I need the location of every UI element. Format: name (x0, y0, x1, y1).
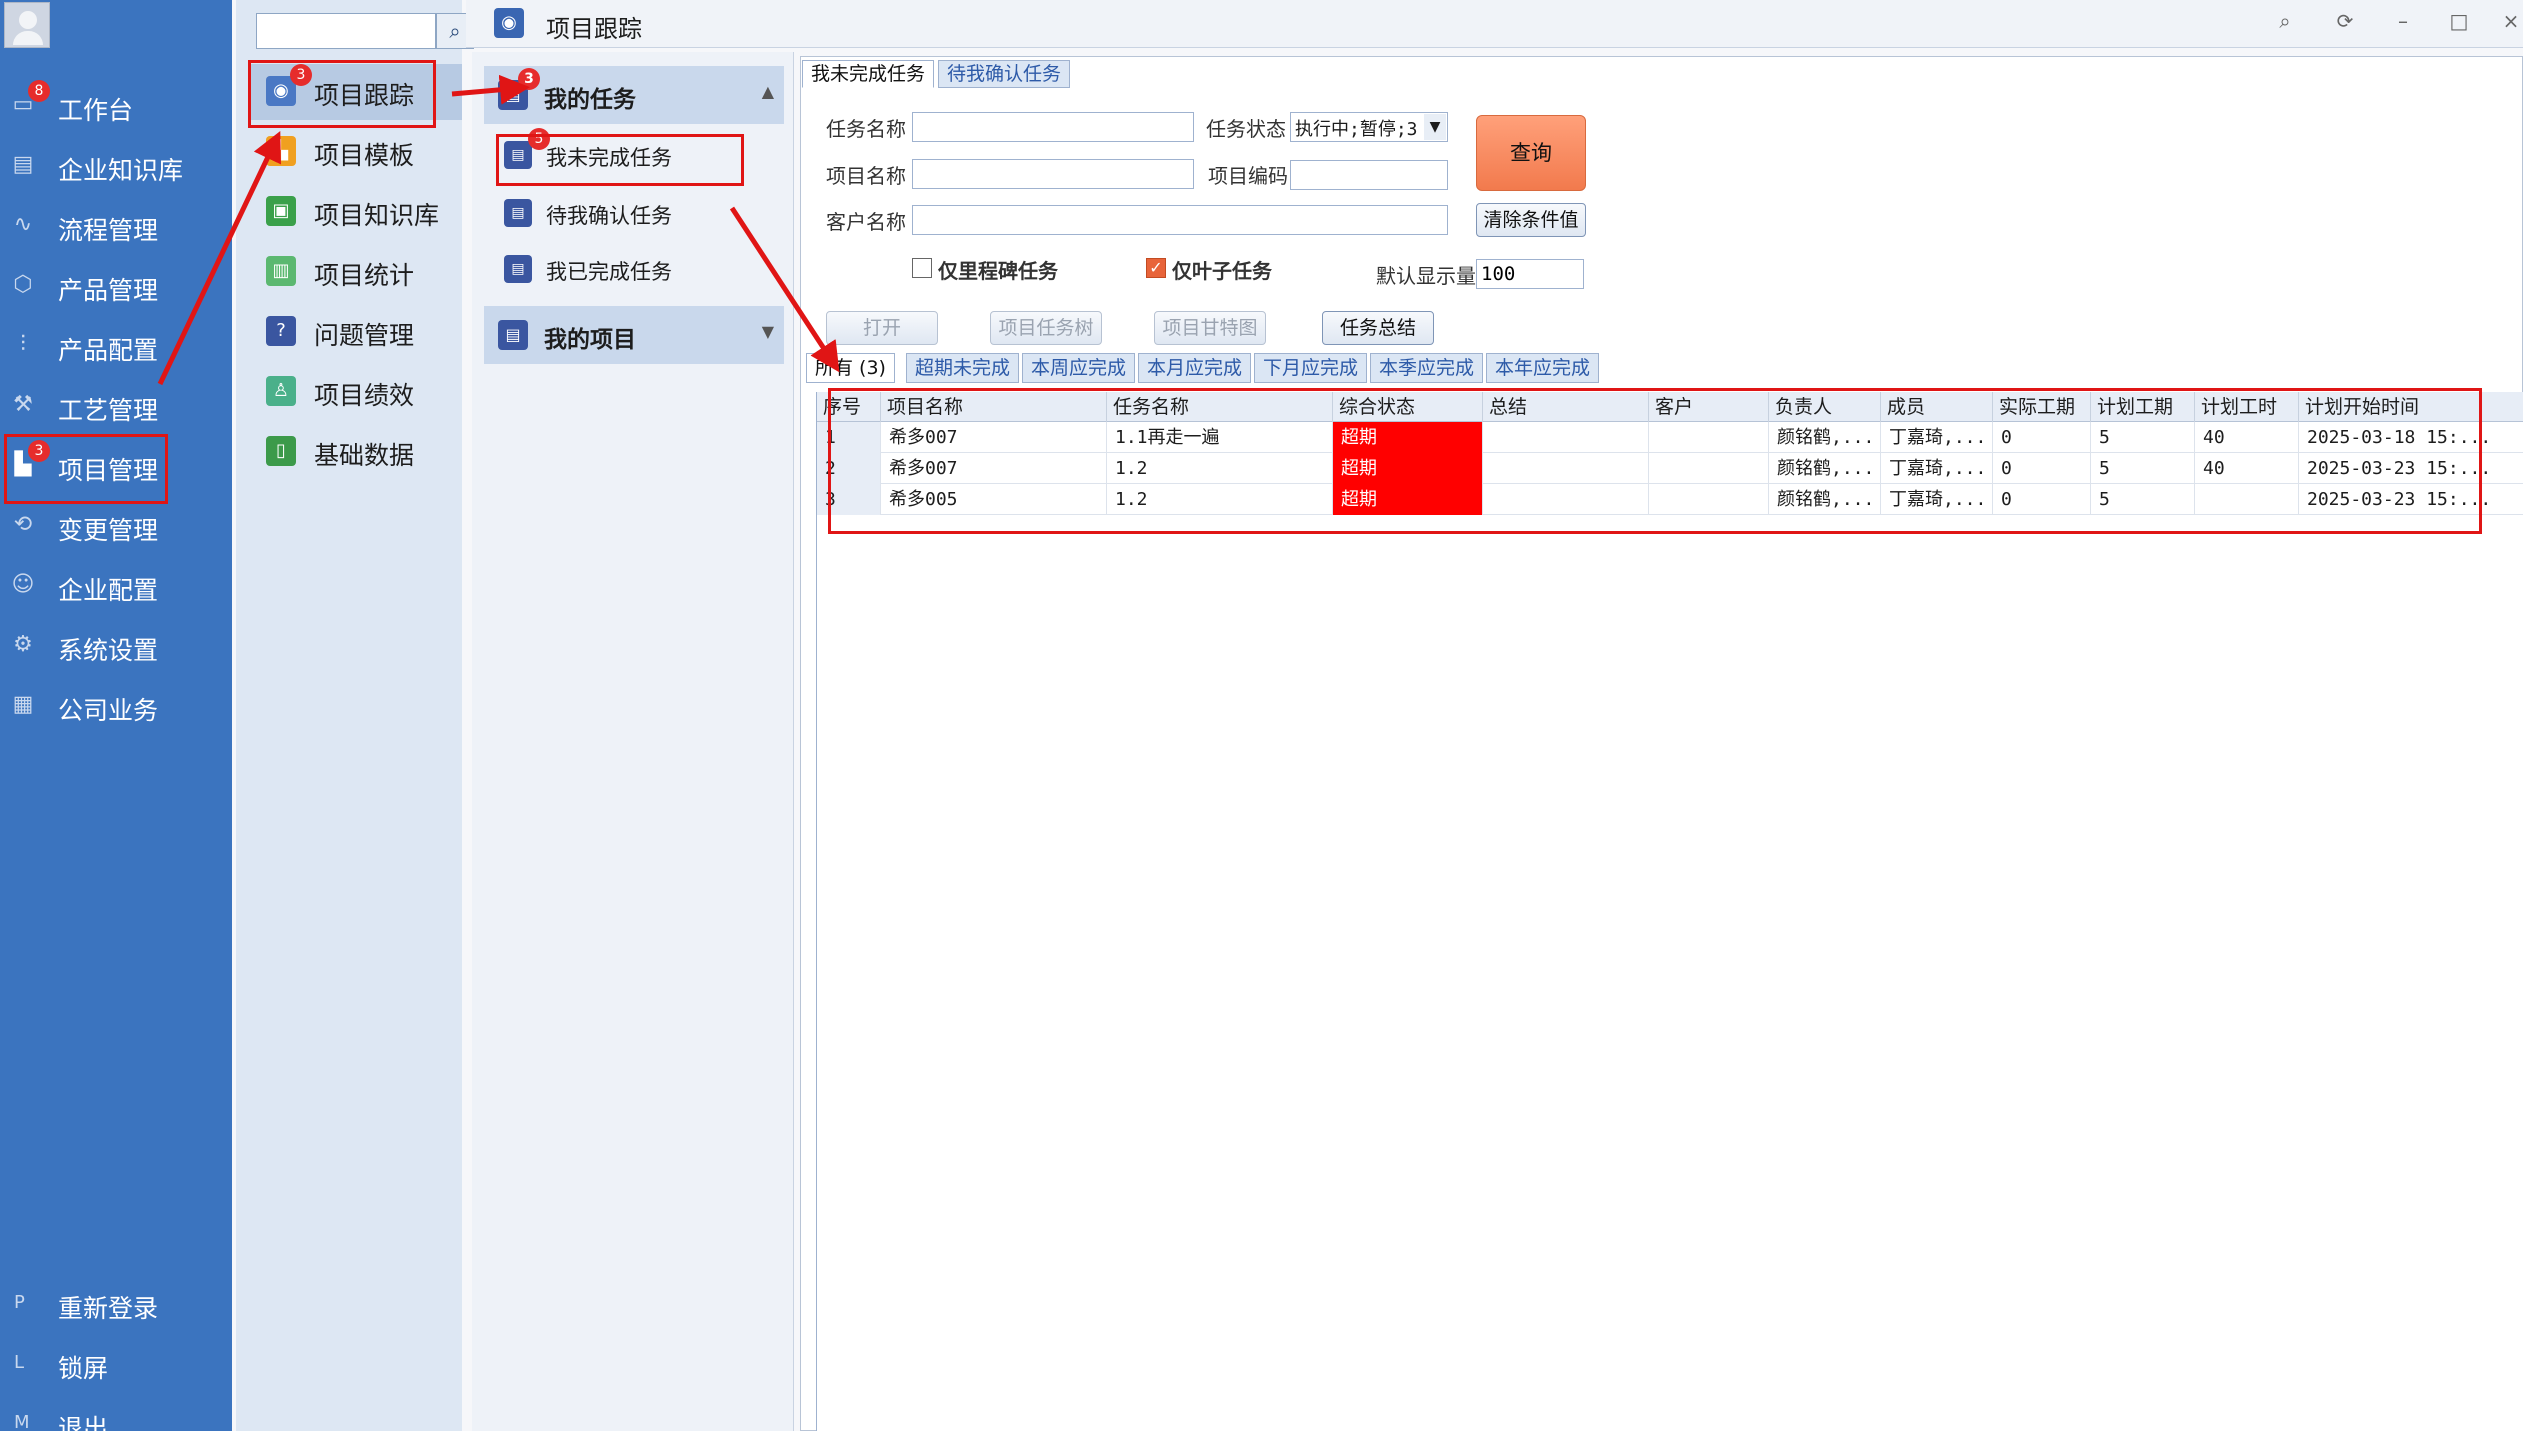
arrow-to-project-tracking (157, 130, 281, 386)
arrow-to-task-table (729, 206, 840, 373)
annotation-arrows (157, 74, 840, 386)
arrow-to-my-tasks (451, 74, 530, 105)
